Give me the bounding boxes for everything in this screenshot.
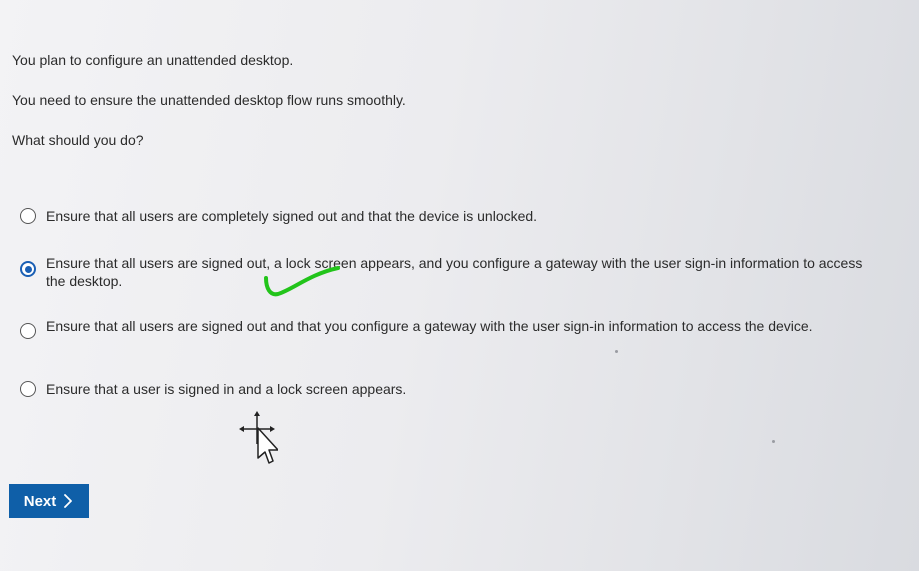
- question-line-1: You plan to configure an unattended desk…: [12, 52, 294, 68]
- chevron-right-icon: [64, 494, 73, 508]
- next-button[interactable]: Next: [9, 484, 89, 518]
- answer-option-3[interactable]: Ensure that all users are signed out and…: [20, 317, 890, 339]
- radio-button[interactable]: [20, 323, 36, 339]
- answer-option-1[interactable]: Ensure that all users are completely sig…: [20, 207, 890, 225]
- question-line-2: You need to ensure the unattended deskto…: [12, 92, 406, 108]
- screen-speck: [615, 350, 618, 353]
- answer-option-label: Ensure that all users are signed out, a …: [46, 255, 863, 289]
- green-checkmark-annotation: [264, 266, 340, 297]
- radio-button[interactable]: [20, 208, 36, 224]
- next-button-label: Next: [23, 492, 57, 510]
- question-prompt: What should you do?: [12, 132, 144, 148]
- radio-button[interactable]: [20, 381, 36, 397]
- answer-option-label: Ensure that a user is signed in and a lo…: [46, 381, 407, 397]
- radio-button-selected[interactable]: [20, 261, 36, 277]
- answer-option-4[interactable]: Ensure that a user is signed in and a lo…: [20, 380, 890, 398]
- move-cursor-icon: [239, 411, 278, 464]
- screen-speck: [772, 440, 775, 443]
- answer-option-label: Ensure that all users are signed out and…: [46, 318, 813, 334]
- answer-option-label: Ensure that all users are completely sig…: [46, 208, 538, 224]
- answer-option-2[interactable]: Ensure that all users are signed out, a …: [20, 254, 890, 290]
